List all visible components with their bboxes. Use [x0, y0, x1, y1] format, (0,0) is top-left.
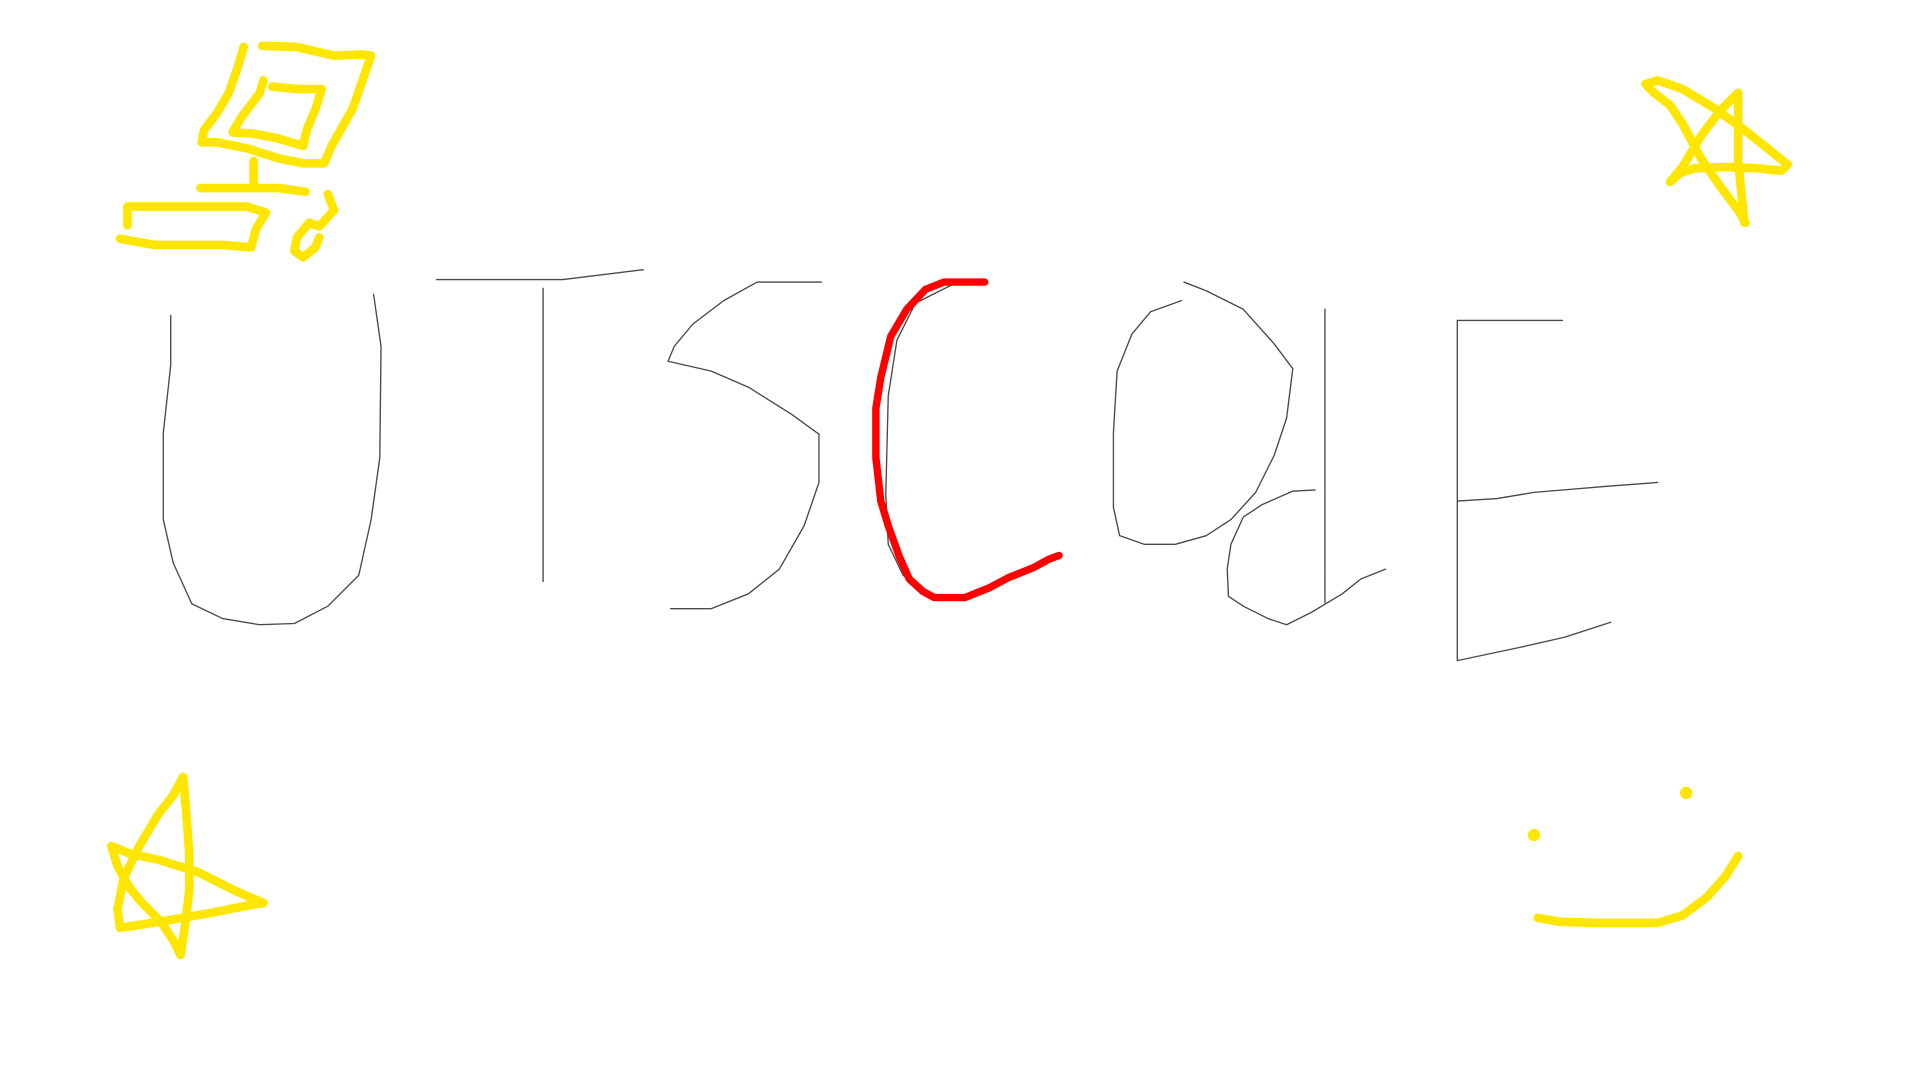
monitor-stand — [196, 156, 310, 197]
letter-t — [436, 269, 644, 583]
letter-c-red-stroke — [872, 278, 1063, 602]
letter-s — [667, 281, 823, 610]
letter-e — [1456, 319, 1659, 662]
letter-o — [1112, 281, 1294, 546]
mouse — [290, 189, 339, 262]
handwritten-lettering — [162, 269, 1659, 662]
letter-d — [1226, 308, 1387, 626]
monitor-outline — [197, 41, 376, 168]
monitor-screen — [228, 76, 326, 151]
smiley-mouth — [1533, 851, 1743, 928]
smiley-right-eye — [1680, 786, 1693, 800]
computer-doodle — [115, 41, 376, 262]
smiley-left-eye — [1527, 828, 1541, 842]
drawing-canvas[interactable] — [0, 0, 1920, 1080]
letter-u — [162, 293, 382, 626]
star-icon-top-right — [1641, 76, 1792, 228]
star-icon-bottom-left — [107, 772, 268, 960]
smiley-face-doodle — [1527, 786, 1743, 928]
keyboard — [115, 202, 271, 252]
